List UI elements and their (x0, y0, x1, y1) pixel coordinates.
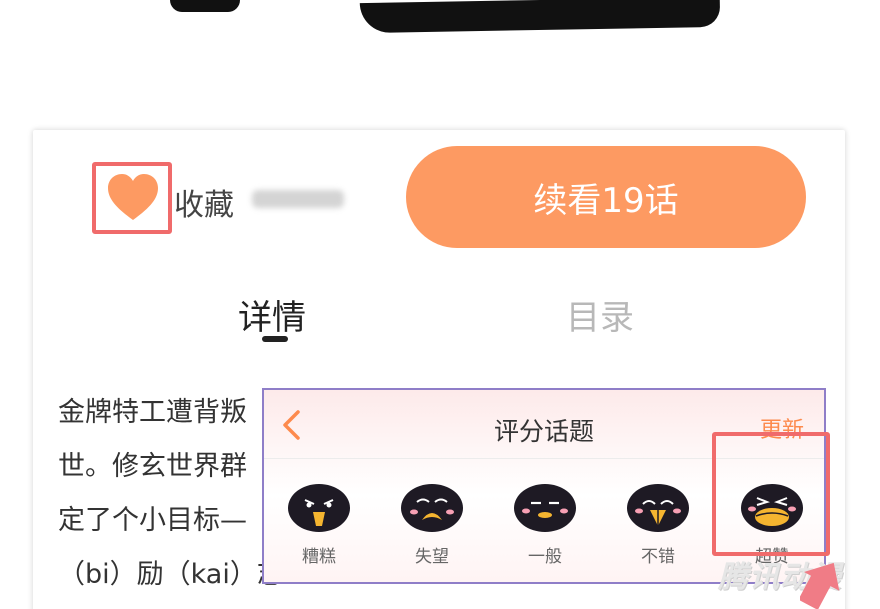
tab-details[interactable]: 详情 (238, 290, 306, 339)
penguin-good-icon (627, 484, 689, 532)
description-line: 金牌特工遭背叛 (58, 397, 247, 428)
redacted-title (170, 0, 730, 40)
rating-option-disappointed[interactable]: 失望 (387, 482, 477, 567)
redaction-mark (170, 0, 240, 12)
rating-option-label: 糟糕 (302, 547, 336, 567)
description-line: （bi）励（kai）志 (58, 559, 284, 590)
favorite-label[interactable]: 收藏 (174, 180, 234, 224)
penguin-average-icon (514, 484, 576, 532)
description-line: 定了个小目标— (58, 505, 247, 536)
redaction-mark (359, 0, 721, 34)
rating-option-average[interactable]: 一般 (500, 482, 590, 567)
rating-option-label: 一般 (528, 547, 562, 567)
rating-option-good[interactable]: 不错 (613, 482, 703, 567)
favorite-count-blurred (252, 190, 344, 208)
pointer-arrow-icon (800, 562, 840, 609)
continue-reading-label: 续看19话 (533, 180, 679, 221)
penguin-awful-icon (288, 484, 350, 532)
penguin-disappointed-icon (401, 484, 463, 532)
great-option-highlight-box (712, 432, 830, 556)
favorite-highlight-box (92, 162, 172, 234)
rating-option-awful[interactable]: 糟糕 (274, 482, 364, 567)
rating-option-label: 不错 (641, 547, 675, 567)
continue-reading-button[interactable]: 续看19话 (406, 146, 806, 248)
active-tab-indicator (262, 336, 288, 342)
rating-option-label: 失望 (415, 547, 449, 567)
tab-catalog[interactable]: 目录 (566, 290, 634, 339)
description-line: 世。修玄世界群 (58, 451, 247, 482)
